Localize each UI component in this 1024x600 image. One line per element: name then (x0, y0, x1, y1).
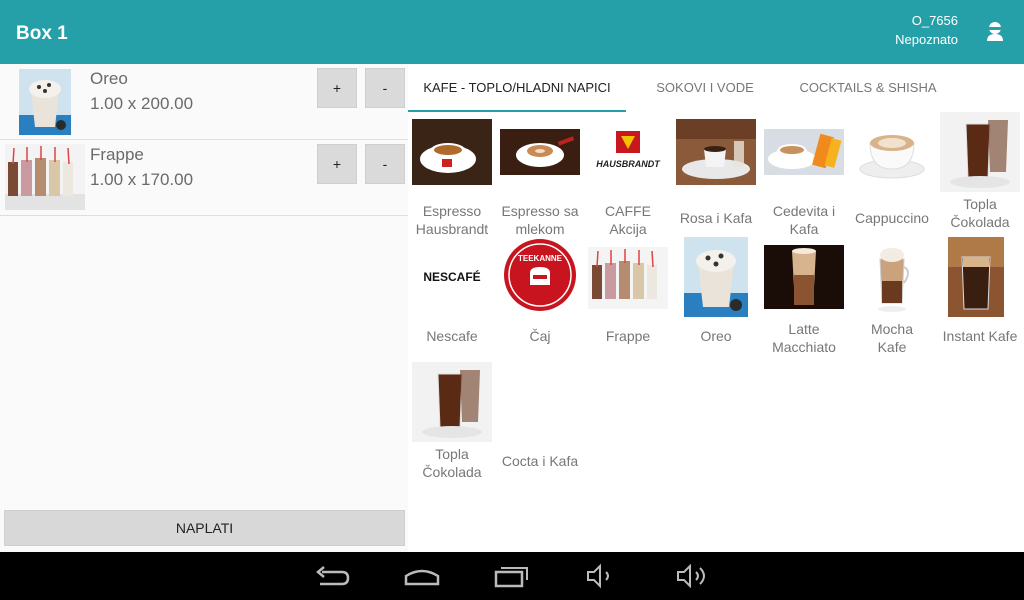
cart-item-frappe[interactable]: Frappe 1.00 x 170.00 + - (0, 140, 408, 216)
cart-item-name: Oreo (90, 69, 128, 88)
teekanne-logo-image: TEEKANNE (500, 237, 580, 317)
back-icon[interactable] (312, 560, 352, 592)
latte-macchiato-image (764, 245, 844, 309)
product-cocta-i-kafa[interactable]: Cocta i Kafa (496, 362, 584, 482)
mocha-image (870, 237, 914, 317)
product-caffe-akcija[interactable]: HAUSBRANDT CAFFE Akcija (584, 119, 672, 239)
svg-text:HAUSBRANDT: HAUSBRANDT (596, 159, 661, 169)
decrease-qty-button[interactable]: - (365, 144, 405, 184)
product-cappuccino[interactable]: Cappuccino (848, 119, 936, 239)
oreo-thumbnail (19, 69, 71, 135)
product-rosa-i-kafa[interactable]: Rosa i Kafa (672, 119, 760, 239)
cedevita-kafa-image (764, 129, 844, 175)
order-id: O_7656 (911, 13, 958, 28)
product-label: Frappe (605, 328, 651, 344)
cart-panel: Oreo 1.00 x 200.00 + - Frappe 1.00 x 170… (0, 64, 408, 552)
product-label: Latte Macchiato (772, 321, 836, 355)
product-label: CAFFE Akcija (605, 203, 651, 237)
page-title: Box 1 (16, 23, 68, 44)
svg-text:NESCAFÉ: NESCAFÉ (423, 269, 480, 284)
increase-qty-button[interactable]: + (317, 68, 357, 108)
product-label: Cocta i Kafa (501, 453, 579, 469)
system-nav-bar (0, 552, 1024, 600)
hot-chocolate-image (412, 362, 492, 442)
product-nescafe[interactable]: NESCAFÉ Nescafe (408, 237, 496, 357)
svg-text:TEEKANNE: TEEKANNE (518, 254, 563, 263)
cart-item-qty-price: 1.00 x 200.00 (90, 94, 194, 113)
product-instant-kafe[interactable]: Instant Kafe (936, 237, 1024, 357)
pay-button[interactable]: NAPLATI (4, 510, 405, 546)
hausbrandt-logo-image: HAUSBRANDT (588, 119, 668, 199)
product-frappe[interactable]: Frappe (584, 237, 672, 357)
volume-down-icon[interactable] (582, 560, 622, 592)
product-label: Rosa i Kafa (679, 210, 753, 226)
category-tabs: KAFE - TOPLO/HLADNI NAPICI SOKOVI I VODE… (408, 64, 1024, 112)
tab-kafe[interactable]: KAFE - TOPLO/HLADNI NAPICI (408, 64, 626, 112)
product-label: Čaj (529, 328, 551, 344)
home-icon[interactable] (402, 560, 442, 592)
app-bar: Box 1 O_7656 Nepoznato (0, 0, 1024, 64)
product-label: Nescafe (426, 328, 478, 344)
product-cedevita-i-kafa[interactable]: Cedevita i Kafa (760, 119, 848, 239)
cart-item-oreo[interactable]: Oreo 1.00 x 200.00 + - (0, 64, 408, 140)
product-espresso-sa-mlekom[interactable]: Espresso sa mlekom (496, 119, 584, 239)
nescafe-logo-image: NESCAFÉ (412, 237, 492, 317)
tab-cocktails[interactable]: COCKTAILS & SHISHA (788, 64, 948, 112)
instant-kafe-image (948, 237, 1004, 317)
product-label: Cedevita i Kafa (772, 203, 836, 237)
cart-item-qty-price: 1.00 x 170.00 (90, 170, 194, 189)
rosa-kafa-image (676, 119, 756, 185)
user-icon[interactable] (984, 20, 1006, 42)
oreo-image (684, 237, 748, 317)
product-label: Oreo (700, 328, 732, 344)
decrease-qty-button[interactable]: - (365, 68, 405, 108)
frappe-image (588, 247, 668, 309)
cart-item-name: Frappe (90, 145, 144, 164)
hot-chocolate-image (940, 112, 1020, 192)
product-label: Instant Kafe (942, 328, 1018, 344)
tab-sokovi[interactable]: SOKOVI I VODE (646, 64, 764, 112)
frappe-thumbnail (5, 144, 85, 210)
product-caj[interactable]: TEEKANNE Čaj (496, 237, 584, 357)
espresso-milk-image (500, 129, 580, 175)
order-info: O_7656 Nepoznato (895, 11, 958, 49)
product-oreo[interactable]: Oreo (672, 237, 760, 357)
product-label: Topla Čokolada (422, 446, 482, 480)
espresso-image (412, 119, 492, 199)
product-mocha-kafe[interactable]: Mocha Kafe (848, 237, 936, 357)
product-menu: KAFE - TOPLO/HLADNI NAPICI SOKOVI I VODE… (408, 64, 1024, 552)
product-topla-cokolada-2[interactable]: Topla Čokolada (408, 362, 496, 482)
product-latte-macchiato[interactable]: Latte Macchiato (760, 237, 848, 357)
recents-icon[interactable] (492, 560, 532, 592)
volume-up-icon[interactable] (672, 560, 712, 592)
product-label: Mocha Kafe (870, 321, 914, 355)
user-status: Nepoznato (895, 32, 958, 47)
product-topla-cokolada-1[interactable]: Topla Čokolada (936, 112, 1024, 232)
product-label: Espresso sa mlekom (501, 203, 579, 237)
product-label: Espresso Hausbrandt (415, 203, 489, 237)
product-espresso-hausbrandt[interactable]: Espresso Hausbrandt (408, 119, 496, 239)
product-label: Cappuccino (855, 210, 929, 226)
product-label: Topla Čokolada (950, 196, 1010, 230)
increase-qty-button[interactable]: + (317, 144, 357, 184)
cappuccino-image (852, 119, 932, 199)
